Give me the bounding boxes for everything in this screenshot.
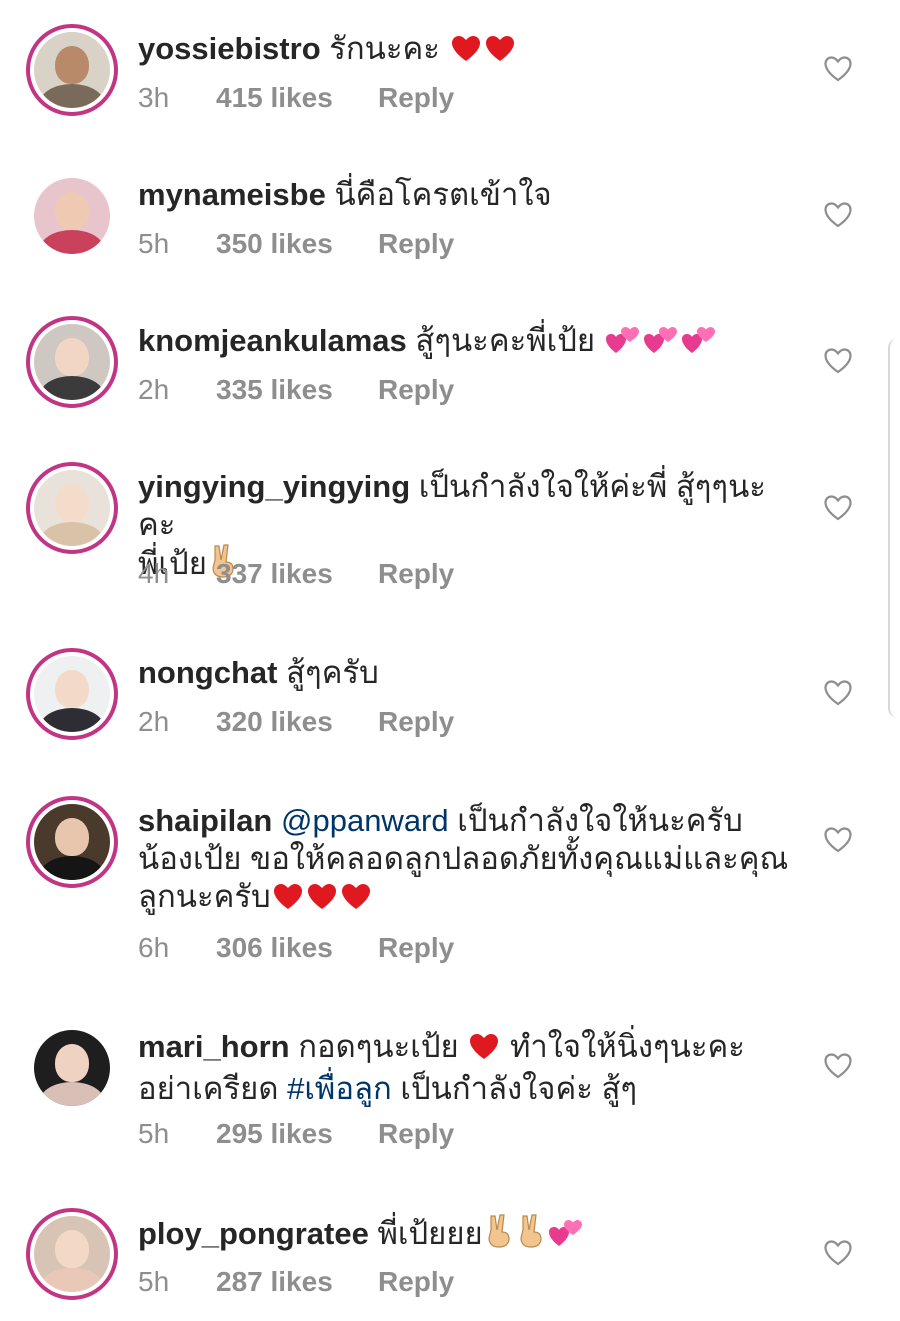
avatar-photo-icon	[34, 470, 110, 546]
comment-item: shaipilan @ppanward เป็นกำลังใจให้นะครับ…	[0, 796, 900, 996]
avatar-photo-icon	[34, 32, 110, 108]
avatar[interactable]	[26, 648, 118, 740]
heart-outline-icon[interactable]	[824, 56, 852, 82]
comment-text: นี่คือโครตเข้าใจ	[334, 177, 552, 212]
comment-likes[interactable]: 287 likes	[216, 1266, 333, 1298]
red-heart-icon	[307, 882, 337, 920]
heart-outline-icon[interactable]	[824, 1240, 852, 1266]
comment-item: nongchat สู้ๆครับ 2h 320 likes Reply	[0, 648, 900, 768]
avatar[interactable]	[26, 1022, 118, 1114]
reply-button[interactable]: Reply	[378, 228, 454, 260]
comment-username[interactable]: shaipilan	[138, 803, 272, 838]
comment-text: เป็นกำลังใจให้นะครับ	[457, 803, 743, 838]
comment-username[interactable]: mari_horn	[138, 1029, 290, 1064]
comment-text: สู้ๆครับ	[286, 655, 379, 690]
heart-outline-icon[interactable]	[824, 202, 852, 228]
comments-list: yossiebistro รักนะคะ 3h 415 likes Reply …	[0, 0, 900, 1321]
comment-likes[interactable]: 335 likes	[216, 374, 333, 406]
red-heart-icon	[273, 882, 303, 920]
avatar[interactable]	[26, 316, 118, 408]
comment-item: yingying_yingying เป็นกำลังใจให้ค่ะพี่ ส…	[0, 462, 900, 622]
red-heart-icon	[341, 882, 371, 920]
comment-item: mari_horn กอดๆนะเป้ย ทำใจให้นิ่งๆนะคะ อย…	[0, 1022, 900, 1182]
avatar-photo-icon	[34, 656, 110, 732]
comment-likes[interactable]: 337 likes	[216, 558, 333, 590]
red-heart-icon	[469, 1032, 499, 1070]
comment-likes[interactable]: 295 likes	[216, 1118, 333, 1150]
comment-likes[interactable]: 306 likes	[216, 932, 333, 964]
mention-link[interactable]: @ppanward	[281, 803, 449, 838]
reply-button[interactable]: Reply	[378, 558, 454, 590]
comment-text: รักนะคะ	[329, 31, 440, 66]
two-hearts-icon	[548, 1218, 583, 1257]
comment-likes[interactable]: 320 likes	[216, 706, 333, 738]
reply-button[interactable]: Reply	[378, 706, 454, 738]
comment-text: พี่เป้ยยย	[377, 1216, 483, 1251]
avatar[interactable]	[26, 170, 118, 262]
comment-username[interactable]: knomjeankulamas	[138, 323, 407, 358]
comment-username[interactable]: yossiebistro	[138, 31, 321, 66]
reply-button[interactable]: Reply	[378, 374, 454, 406]
reply-button[interactable]: Reply	[378, 82, 454, 114]
heart-outline-icon[interactable]	[824, 827, 852, 853]
two-hearts-icon	[605, 325, 640, 364]
comment-text-line2: อย่าเครียด	[138, 1071, 279, 1106]
comment-time: 5h	[138, 1266, 170, 1297]
two-hearts-icon	[643, 325, 678, 364]
comment-likes[interactable]: 350 likes	[216, 228, 333, 260]
red-heart-icon	[485, 34, 515, 72]
heart-outline-icon[interactable]	[824, 1053, 852, 1079]
comment-time: 5h	[138, 228, 170, 259]
comment-username[interactable]: mynameisbe	[138, 177, 326, 212]
two-hearts-icon	[681, 325, 716, 364]
victory-hand-icon	[485, 1214, 513, 1257]
comment-item: ploy_pongratee พี่เป้ยยย 5h 287 likes Re…	[0, 1208, 900, 1318]
comment-text-line2: น้องเป้ย ขอให้คลอดลูกปลอดภัยทั้งคุณแม่แล…	[138, 841, 789, 876]
comment-likes[interactable]: 415 likes	[216, 82, 333, 114]
avatar-photo-icon	[34, 324, 110, 400]
victory-hand-icon	[517, 1214, 545, 1257]
comment-time: 3h	[138, 82, 170, 113]
comment-username[interactable]: ploy_pongratee	[138, 1216, 369, 1251]
avatar-photo-icon	[34, 1216, 110, 1292]
comment-time: 2h	[138, 374, 170, 405]
scrollbar[interactable]	[888, 338, 898, 718]
comment-text: สู้ๆนะคะพี่เป้ย	[415, 323, 596, 358]
comment-item: mynameisbe นี่คือโครตเข้าใจ 5h 350 likes…	[0, 170, 900, 290]
avatar[interactable]	[26, 462, 118, 554]
avatar-photo-icon	[34, 804, 110, 880]
reply-button[interactable]: Reply	[378, 932, 454, 964]
comment-username[interactable]: nongchat	[138, 655, 278, 690]
avatar[interactable]	[26, 796, 118, 888]
comment-text-after-emoji: ทำใจให้นิ่งๆนะคะ	[509, 1029, 745, 1064]
heart-outline-icon[interactable]	[824, 348, 852, 374]
comment-time: 4h	[138, 558, 170, 589]
red-heart-icon	[451, 34, 481, 72]
comment-time: 5h	[138, 1118, 170, 1149]
comment-item: yossiebistro รักนะคะ 3h 415 likes Reply	[0, 24, 900, 144]
avatar-photo-icon	[34, 1030, 110, 1106]
comment-time: 6h	[138, 932, 170, 963]
comment-text: กอดๆนะเป้ย	[298, 1029, 459, 1064]
comment-username[interactable]: yingying_yingying	[138, 469, 410, 504]
hashtag-link[interactable]: #เพื่อลูก	[287, 1071, 392, 1106]
avatar-photo-icon	[34, 178, 110, 254]
comment-text-line2-post: เป็นกำลังใจค่ะ สู้ๆ	[400, 1071, 638, 1106]
heart-outline-icon[interactable]	[824, 495, 852, 521]
comment-item: knomjeankulamas สู้ๆนะคะพี่เป้ย 2h 335 l…	[0, 316, 900, 436]
reply-button[interactable]: Reply	[378, 1266, 454, 1298]
avatar[interactable]	[26, 24, 118, 116]
avatar[interactable]	[26, 1208, 118, 1300]
comment-time: 2h	[138, 706, 170, 737]
reply-button[interactable]: Reply	[378, 1118, 454, 1150]
heart-outline-icon[interactable]	[824, 680, 852, 706]
comment-text-line3: ลูกนะครับ	[138, 879, 271, 914]
